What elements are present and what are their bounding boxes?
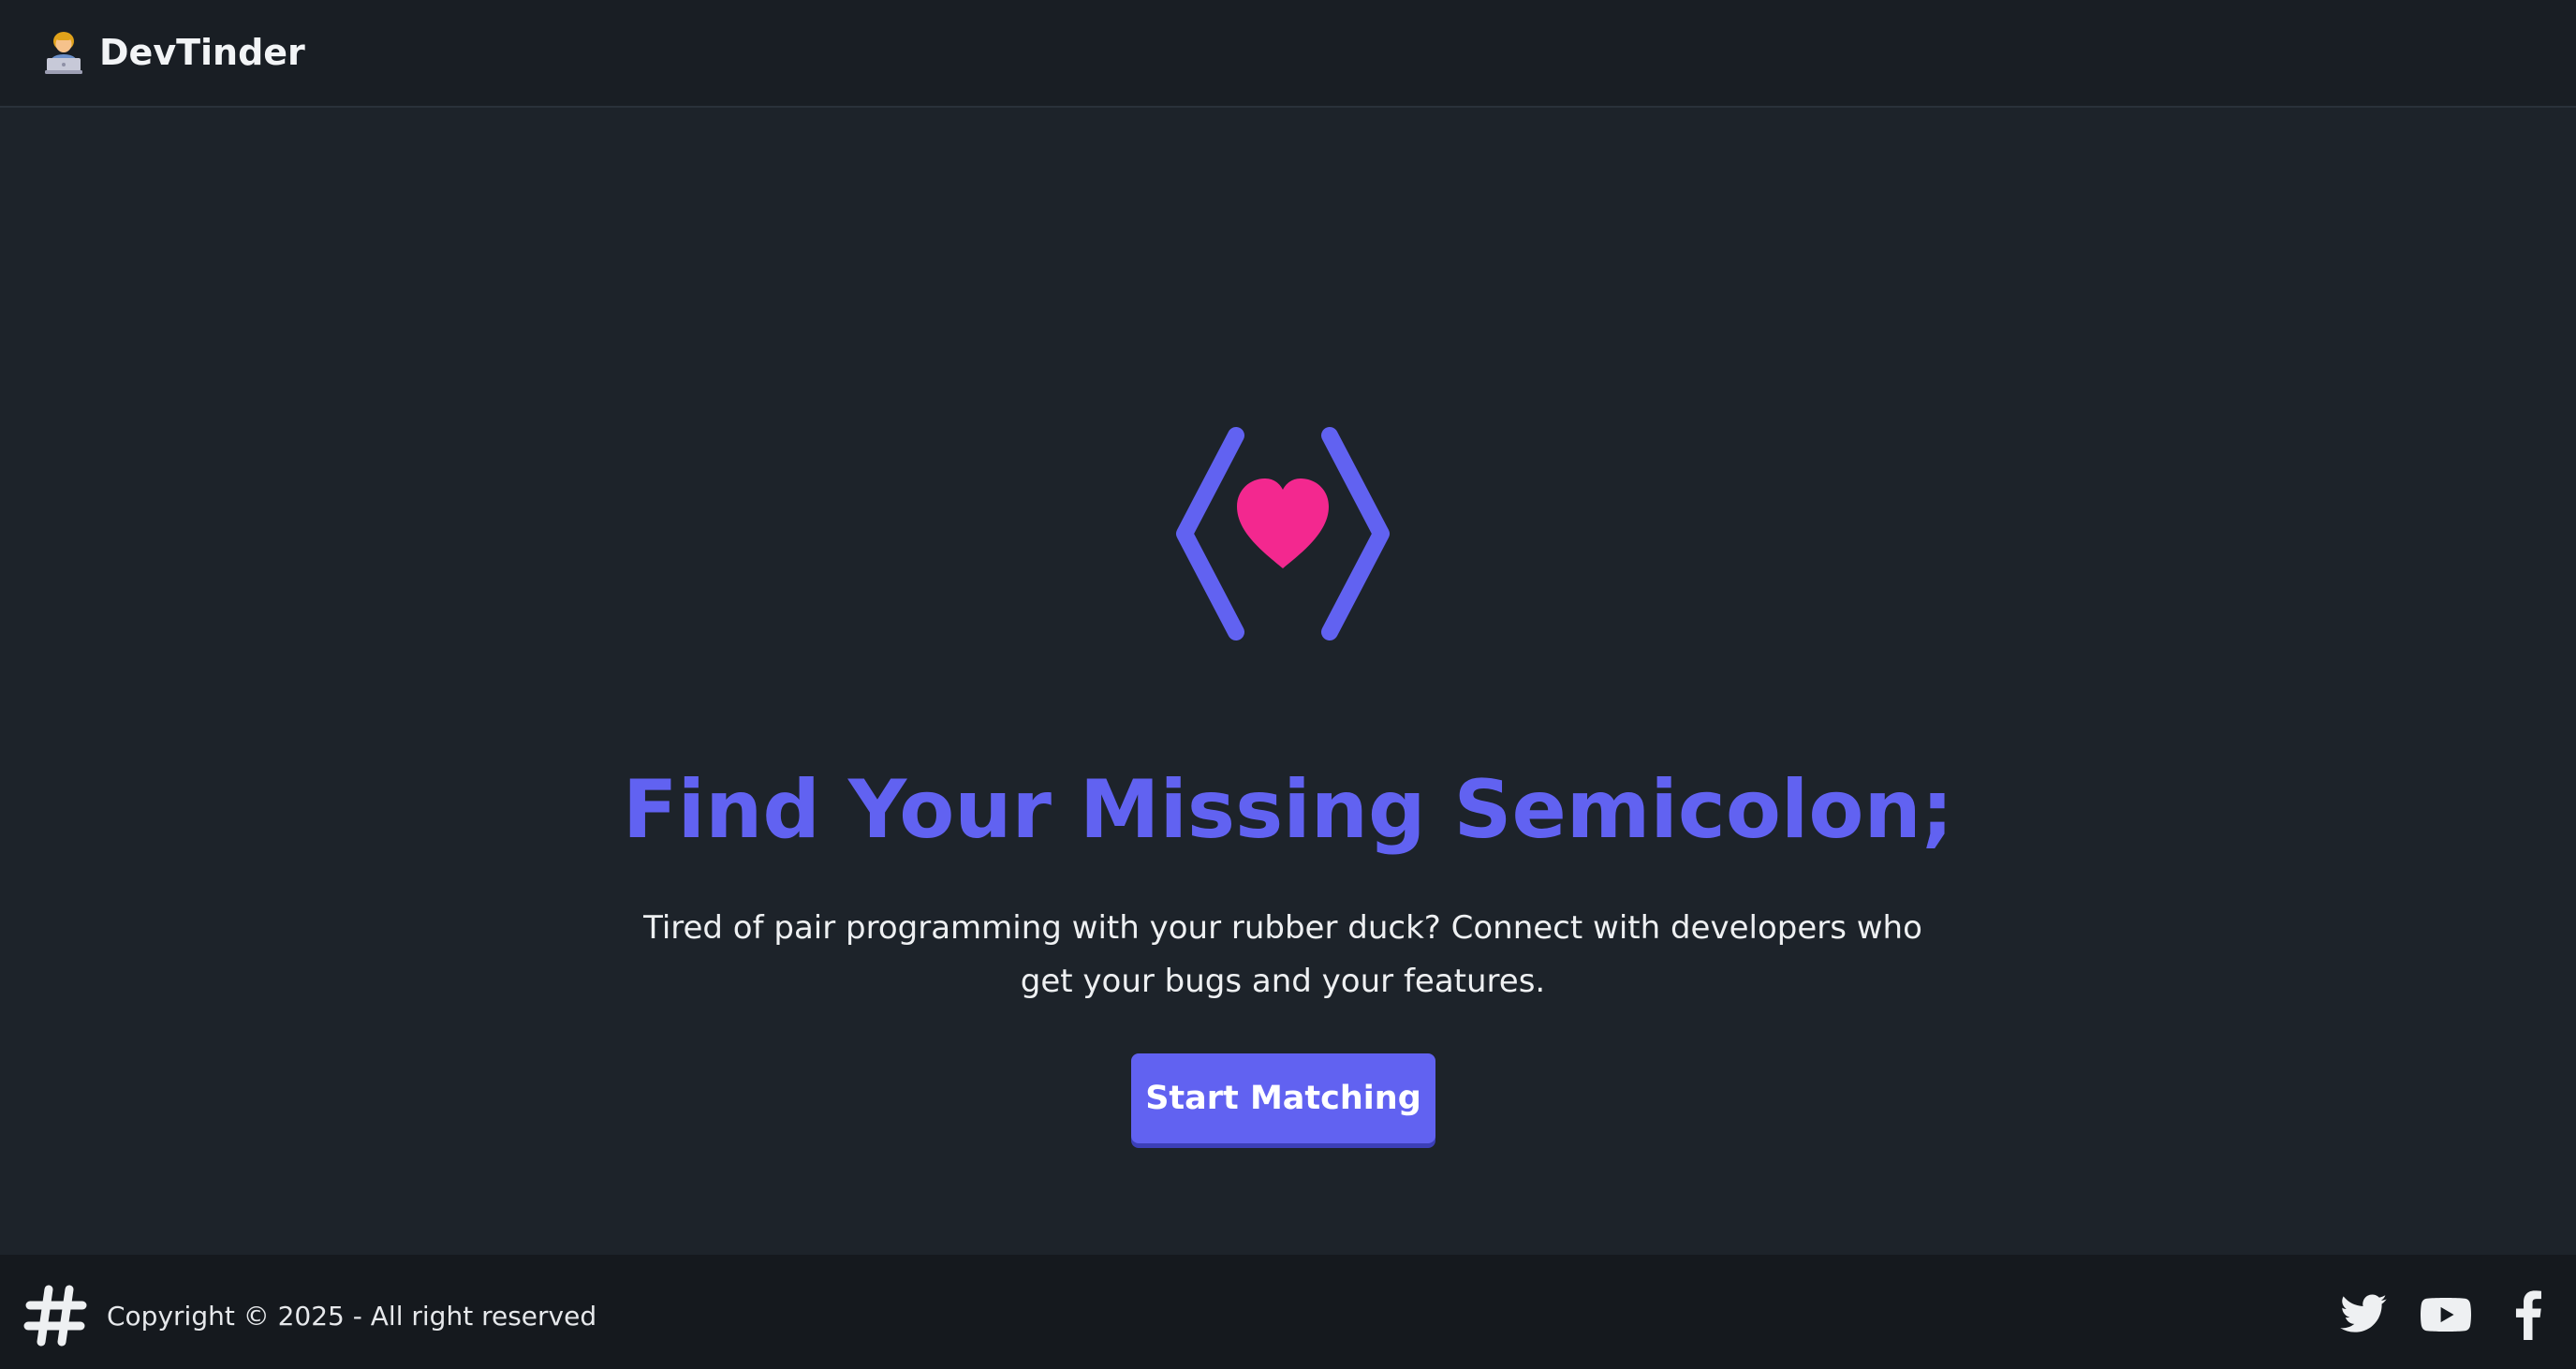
brand-link[interactable]: DevTinder — [43, 24, 305, 81]
start-matching-button[interactable]: Start Matching — [1131, 1053, 1435, 1143]
code-brackets-heart-icon — [1176, 427, 1390, 640]
hero-subtext: Tired of pair programming with your rubb… — [643, 909, 1922, 1000]
footer: Copyright © 2025 - All right reserved — [0, 1255, 2576, 1369]
social-links — [2338, 1285, 2554, 1345]
facebook-link[interactable] — [2503, 1289, 2554, 1340]
twitter-link[interactable] — [2338, 1289, 2389, 1340]
footer-brand: Copyright © 2025 - All right reserved — [22, 1283, 596, 1348]
navbar: DevTinder — [0, 0, 2576, 108]
youtube-icon — [2421, 1298, 2471, 1332]
page: DevTinder Find Your Missing Semicolon; T… — [0, 0, 2576, 1369]
technologist-icon — [45, 32, 82, 74]
copyright-text: Copyright © 2025 - All right reserved — [107, 1300, 597, 1332]
youtube-link[interactable] — [2421, 1289, 2471, 1340]
hero-headline: Find Your Missing Semicolon; — [622, 763, 1954, 857]
facebook-icon — [2515, 1290, 2541, 1340]
brand-name: DevTinder — [99, 32, 305, 73]
twitter-icon — [2340, 1294, 2387, 1332]
hash-icon — [23, 1285, 87, 1347]
